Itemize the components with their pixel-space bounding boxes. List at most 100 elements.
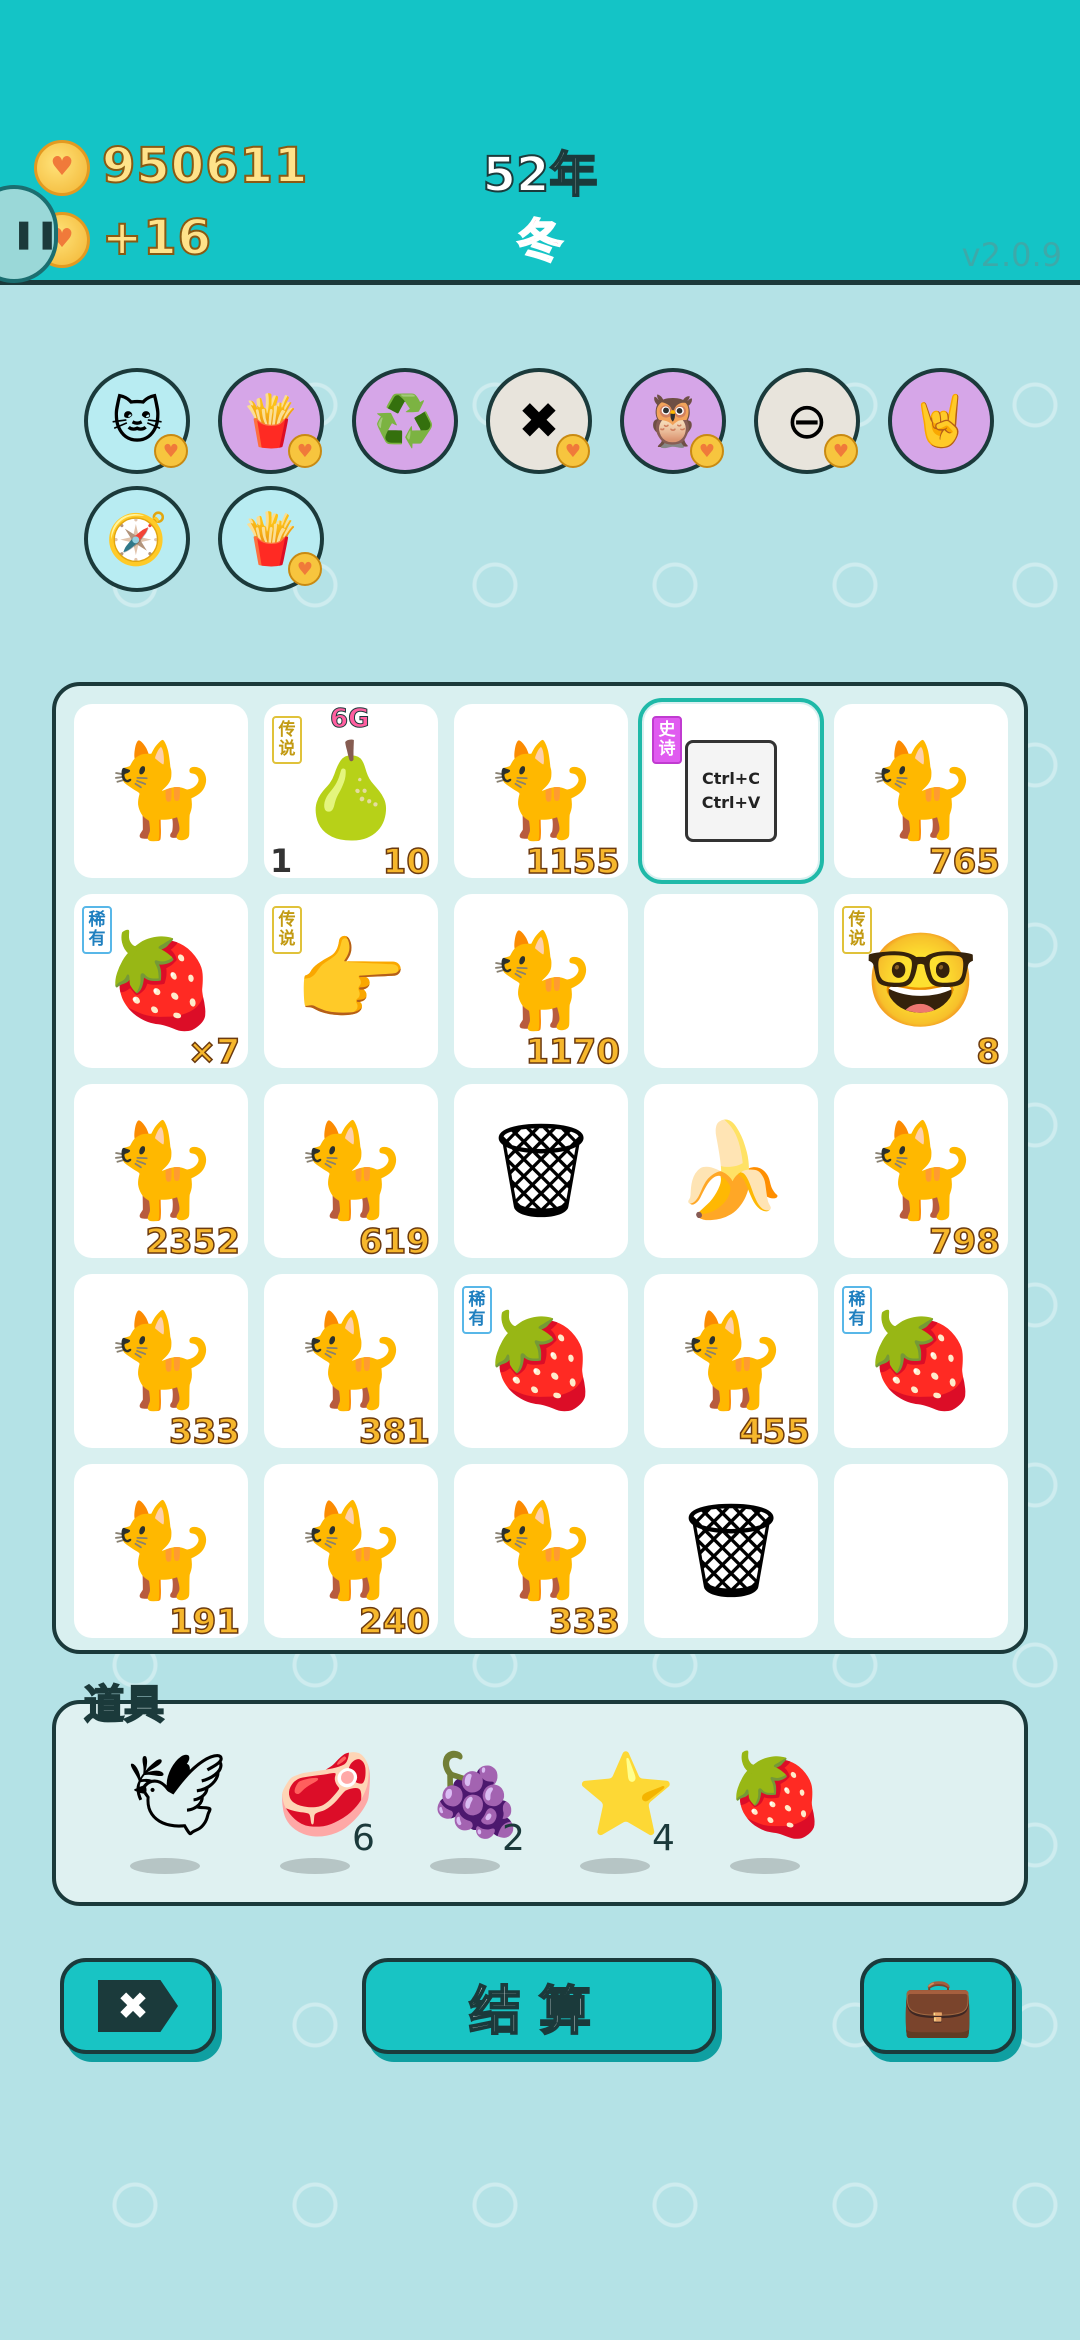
prop-bayberry[interactable]: 🍇 2	[406, 1748, 526, 1888]
fries-pill-2[interactable]: 🍟 ♥	[218, 486, 324, 592]
cell-value: 619	[358, 1221, 430, 1263]
briefcase-icon: 💼	[901, 1971, 975, 2040]
rarity-tag: 传说	[272, 716, 302, 764]
compass-icon: 🧭	[105, 509, 169, 568]
board-cell-cat[interactable]: 🐈 765	[834, 704, 1008, 883]
heart-badge-icon: ♥	[690, 434, 724, 468]
board-cell-cat[interactable]: 🐈 381	[264, 1274, 438, 1453]
settle-button[interactable]: 结算	[362, 1958, 716, 2054]
prop-shadow	[730, 1858, 800, 1874]
heart-badge-icon: ♥	[824, 434, 858, 468]
compass-pill[interactable]: 🧭	[84, 486, 190, 592]
board-cell-banana[interactable]: 🍌	[644, 1084, 818, 1258]
fries-pill[interactable]: 🍟 ♥	[218, 368, 324, 474]
prop-count: 4	[652, 1818, 675, 1859]
clipboard-card: Ctrl+C Ctrl+V	[685, 740, 777, 842]
bag-button[interactable]: 💼	[860, 1958, 1016, 2054]
board-cell-cat[interactable]: 🐈 798	[834, 1084, 1008, 1263]
prop-count: 2	[502, 1818, 525, 1859]
board-cell-cat[interactable]: 🐈 619	[264, 1084, 438, 1263]
cat-pill[interactable]: 🐱 ♥	[84, 368, 190, 474]
rock-hand-pill[interactable]: 🤘	[888, 368, 994, 474]
board-cell-pointing-hand[interactable]: 👉 传说	[264, 894, 438, 1068]
board-cell-empty[interactable]	[644, 894, 818, 1068]
prop-liver[interactable]: 🥩 6	[256, 1748, 376, 1888]
rarity-tag: 史诗	[652, 716, 682, 764]
rarity-tag: 传说	[272, 906, 302, 954]
board-cell-cat[interactable]: 🐈 1170	[454, 894, 628, 1073]
rarity-tag: 传说	[842, 906, 872, 954]
remove-button[interactable]: ✖	[60, 1958, 216, 2054]
recycle-icon: ♻️	[373, 391, 437, 450]
heart-badge-icon: ♥	[288, 552, 322, 586]
board-cell-trash-bag[interactable]: 🗑	[644, 1464, 818, 1638]
board-cell-cat[interactable]: 🐈 333	[74, 1274, 248, 1453]
cell-value: 455	[738, 1411, 810, 1453]
prop-shadow	[580, 1858, 650, 1874]
cell-value: 333	[548, 1601, 620, 1643]
remove-icon: ✖	[518, 392, 560, 450]
prop-bird[interactable]: 🕊	[106, 1748, 228, 1888]
board-cell-cat[interactable]: 🐈 455	[644, 1274, 818, 1453]
recycle-pill[interactable]: ♻️	[352, 368, 458, 474]
side-menu-tab[interactable]: ❚❚	[0, 185, 59, 283]
settle-label: 结算	[468, 1981, 609, 2043]
board-cell-lychee[interactable]: 🍓 稀有	[834, 1274, 1008, 1448]
prop-count: 6	[352, 1818, 375, 1859]
board-cell-ctrl-c-v[interactable]: Ctrl+C Ctrl+V 史诗	[638, 698, 824, 884]
rarity-tag: 稀有	[462, 1286, 492, 1334]
board-cell-cat[interactable]: 🐈 191	[74, 1464, 248, 1643]
board-cell-empty[interactable]	[834, 1464, 1008, 1638]
cell-value: 798	[928, 1221, 1000, 1263]
heart-badge-icon: ♥	[556, 434, 590, 468]
season-label: 冬	[516, 213, 564, 269]
cell-value: 240	[358, 1601, 430, 1643]
rarity-tag: 稀有	[842, 1286, 872, 1334]
prop-star[interactable]: ⭐ 4	[556, 1748, 676, 1888]
level-label: 6G	[329, 704, 370, 735]
rarity-tag: 稀有	[82, 906, 112, 954]
coin-icon: ♥	[34, 140, 90, 196]
board-cell-cat[interactable]: 🐈 1155	[454, 704, 628, 883]
props-label: 道具	[83, 1681, 165, 1729]
board-cell-king-face[interactable]: 🤓 传说 8	[834, 894, 1008, 1073]
cell-value: 1170	[525, 1031, 621, 1073]
empty-icon	[644, 894, 818, 1068]
board-cell-trash-bag[interactable]: 🗑	[454, 1084, 628, 1258]
cell-value: 191	[168, 1601, 240, 1643]
cell-value: 765	[928, 841, 1000, 883]
version-label: v2.0.9	[961, 236, 1062, 274]
top-bar: ♥ 950611 ♥ +16 52年 冬 v2.0.9 ❚❚	[0, 0, 1080, 285]
bird-icon: 🕊	[126, 1748, 228, 1841]
coin-count: 950611	[101, 137, 309, 195]
minus-pill[interactable]: ⊖ ♥	[754, 368, 860, 474]
rock-hand-icon: 🤘	[909, 391, 973, 450]
board-cell-cat[interactable]: 🐈 333	[454, 1464, 628, 1643]
heart-badge-icon: ♥	[154, 434, 188, 468]
cell-value: 2352	[145, 1221, 241, 1263]
props-panel: 🕊 🥩 6 🍇 2 ⭐ 4 🍓	[52, 1700, 1028, 1906]
empty-icon	[834, 1464, 1008, 1638]
trash-bag-icon: 🗑	[672, 1497, 790, 1604]
trash-bag-icon: 🗑	[482, 1117, 600, 1224]
remove-pill[interactable]: ✖ ♥	[486, 368, 592, 474]
board-cell-cat[interactable]: 🐈 240	[264, 1464, 438, 1643]
prop-shadow	[130, 1858, 200, 1874]
prop-strawberry[interactable]: 🍓	[706, 1748, 826, 1888]
board-cell-cat[interactable]: 🐈	[74, 704, 248, 878]
board-cell-lychee[interactable]: 🍓 稀有 ×7	[74, 894, 248, 1073]
game-board: 🐈 🍐 6G 传说 10 1 🐈 1155 Ctrl+C Ctrl+V 史诗 🐈 765 🍓 稀有 ×7 👉 传…	[52, 682, 1028, 1654]
cell-count: 1	[270, 842, 293, 880]
board-cell-pear-6g[interactable]: 🍐 6G 传说 10 1	[264, 704, 438, 883]
owl-pill[interactable]: 🦉 ♥	[620, 368, 726, 474]
board-cell-lychee[interactable]: 🍓 稀有	[454, 1274, 628, 1448]
coin-income: +16	[101, 209, 213, 267]
prop-shadow	[280, 1858, 350, 1874]
cat-icon: 🐈	[103, 737, 219, 844]
minus-icon: ⊖	[786, 392, 828, 450]
prop-shadow	[430, 1858, 500, 1874]
board-cell-cat[interactable]: 🐈 2352	[74, 1084, 248, 1263]
year-label: 52年	[482, 146, 599, 204]
banana-icon: 🍌	[673, 1117, 789, 1224]
strawberry-icon: 🍓	[726, 1748, 826, 1841]
